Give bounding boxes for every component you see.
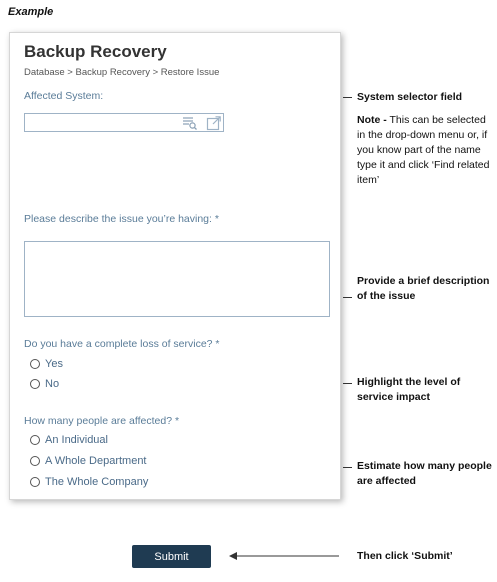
issue-description-textarea[interactable] [24, 241, 330, 317]
radio-option-company[interactable]: The Whole Company [30, 476, 148, 488]
annotation-impact: Highlight the level of service impact [357, 376, 461, 403]
radio-option-department[interactable]: A Whole Department [30, 455, 147, 467]
search-list-icon[interactable] [180, 113, 199, 132]
annotation-connector [343, 467, 352, 468]
annotation-connector [343, 297, 352, 298]
annotation-note: Note - This can be selected in the drop-… [357, 113, 492, 188]
radio-label: A Whole Department [45, 455, 147, 467]
arrow-left-icon [229, 552, 339, 560]
radio-option-no[interactable]: No [30, 378, 59, 390]
annotation-note-label: Note - [357, 114, 387, 126]
annotation-connector [343, 97, 352, 98]
people-affected-label: How many people are affected? * [24, 415, 180, 427]
radio-label: The Whole Company [45, 476, 149, 488]
submit-button[interactable]: Submit [132, 545, 211, 568]
radio-label: Yes [45, 358, 63, 370]
annotation-submit: Then click ‘Submit’ [357, 550, 453, 562]
radio-button[interactable] [30, 379, 40, 389]
radio-button[interactable] [30, 477, 40, 487]
radio-button[interactable] [30, 456, 40, 466]
radio-button[interactable] [30, 359, 40, 369]
radio-label: An Individual [45, 434, 108, 446]
annotation-connector [343, 383, 352, 384]
annotation-describe: Provide a brief description of the issue [357, 275, 490, 302]
open-link-icon[interactable] [204, 113, 223, 132]
breadcrumb: Database > Backup Recovery > Restore Iss… [24, 67, 220, 78]
radio-option-individual[interactable]: An Individual [30, 434, 108, 446]
loss-of-service-label: Do you have a complete loss of service? … [24, 338, 220, 350]
example-heading: Example [8, 6, 54, 18]
form-card: Backup Recovery Database > Backup Recove… [9, 32, 341, 500]
radio-button[interactable] [30, 435, 40, 445]
form-title: Backup Recovery [24, 42, 167, 61]
annotation-system-selector: System selector field [357, 91, 463, 103]
radio-option-yes[interactable]: Yes [30, 358, 63, 370]
affected-system-label: Affected System: [24, 90, 104, 102]
annotation-estimate: Estimate how many people are affected [357, 460, 492, 487]
radio-label: No [45, 378, 60, 390]
issue-label: Please describe the issue you’re having:… [24, 213, 219, 225]
